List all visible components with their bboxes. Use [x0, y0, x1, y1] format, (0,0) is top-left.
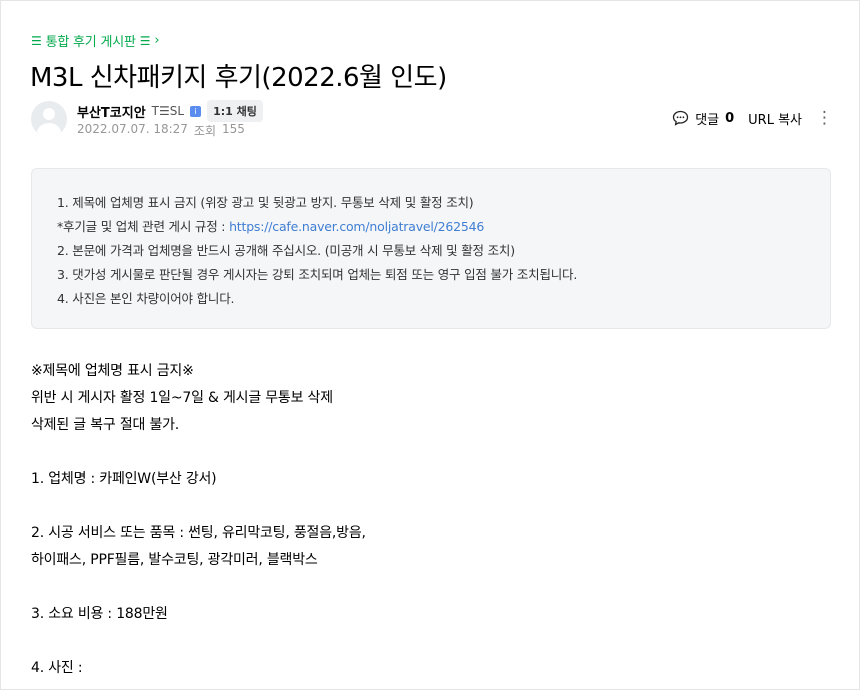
- notice-line-2: *후기글 및 업체 관련 게시 규정 : https://cafe.naver.…: [57, 215, 805, 239]
- body-blank-line: [31, 493, 831, 520]
- body-blank-line: [31, 628, 831, 655]
- body-line: 4. 사진 :: [31, 660, 83, 676]
- body-line: 2. 시공 서비스 또는 품목 : 썬팅, 유리막코팅, 풍절음,방음,: [31, 525, 366, 541]
- notice-line-1: 1. 제목에 업체명 표시 금지 (위장 광고 및 뒷광고 방지. 무통보 삭제…: [57, 195, 474, 210]
- views-label: 조회: [193, 124, 217, 138]
- avatar-body-shape: [37, 123, 61, 137]
- post-body: ※제목에 업체명 표시 금지※ 위반 시 게시자 활정 1일~7일 & 게시글 …: [31, 358, 831, 682]
- body-line: 3. 소요 비용 : 188만원: [31, 606, 168, 622]
- notice-box: 1. 제목에 업체명 표시 금지 (위장 광고 및 뒷광고 방지. 무통보 삭제…: [31, 168, 831, 329]
- member-level: T☰SL: [151, 104, 185, 118]
- notice-rule-prefix: *후기글 및 업체 관련 게시 규정 :: [57, 219, 230, 234]
- author-nickname[interactable]: 부산T코지안: [77, 102, 146, 121]
- author-row: 부산T코지안 T☰SL i 1:1 채팅: [77, 100, 263, 122]
- rule-link[interactable]: https://cafe.naver.com/noljatravel/26254…: [229, 219, 484, 234]
- body-line: 하이패스, PPF필름, 발수코팅, 광각미러, 블랙박스: [31, 552, 318, 568]
- chevron-right-icon: ›: [154, 33, 160, 48]
- body-line: ※제목에 업체명 표시 금지※: [31, 363, 194, 379]
- avatar-head-shape: [43, 108, 55, 120]
- avatar[interactable]: [31, 101, 67, 137]
- url-copy-button[interactable]: URL 복사: [748, 109, 802, 128]
- body-blank-line: [31, 439, 831, 466]
- comment-bubble-icon: [673, 110, 689, 126]
- post-meta: 2022.07.07. 18:27 조회 155: [77, 122, 245, 139]
- menu-icon-right: ☰: [139, 33, 151, 48]
- post-tools: 댓글 0 URL 복사 ⋮: [672, 108, 833, 128]
- level-badge-icon: i: [190, 105, 202, 117]
- comment-label: 댓글: [695, 112, 720, 128]
- comment-count: 0: [725, 110, 735, 126]
- body-blank-line: [31, 574, 831, 601]
- notice-line-4: 3. 댓가성 게시물로 판단될 경우 게시자는 강퇴 조치되며 업체는 퇴점 또…: [57, 267, 578, 282]
- menu-icon: ☰: [31, 33, 42, 48]
- body-line: 삭제된 글 복구 절대 불가.: [31, 417, 180, 433]
- body-line: 위반 시 게시자 활정 1일~7일 & 게시글 무통보 삭제: [31, 390, 333, 406]
- board-link[interactable]: ☰ 통합 후기 게시판 ☰ ›: [31, 31, 160, 50]
- comment-button[interactable]: 댓글 0: [672, 109, 734, 128]
- body-line: 1. 업체명 : 카페인W(부산 강서): [31, 471, 217, 487]
- chat-button[interactable]: 1:1 채팅: [207, 100, 263, 122]
- more-vertical-icon: ⋮: [816, 108, 833, 128]
- url-copy-label: URL 복사: [748, 112, 802, 128]
- board-name: 통합 후기 게시판: [45, 35, 136, 50]
- notice-line-5: 4. 사진은 본인 차량이어야 합니다.: [57, 291, 235, 306]
- post-title: M3L 신차패키지 후기(2022.6월 인도): [30, 63, 447, 93]
- more-options-button[interactable]: ⋮: [816, 108, 833, 128]
- views-count: 155: [222, 122, 245, 136]
- notice-line-3: 2. 본문에 가격과 업체명을 반드시 공개해 주십시오. (미공개 시 무통보…: [57, 243, 515, 258]
- post-date: 2022.07.07. 18:27: [77, 122, 188, 136]
